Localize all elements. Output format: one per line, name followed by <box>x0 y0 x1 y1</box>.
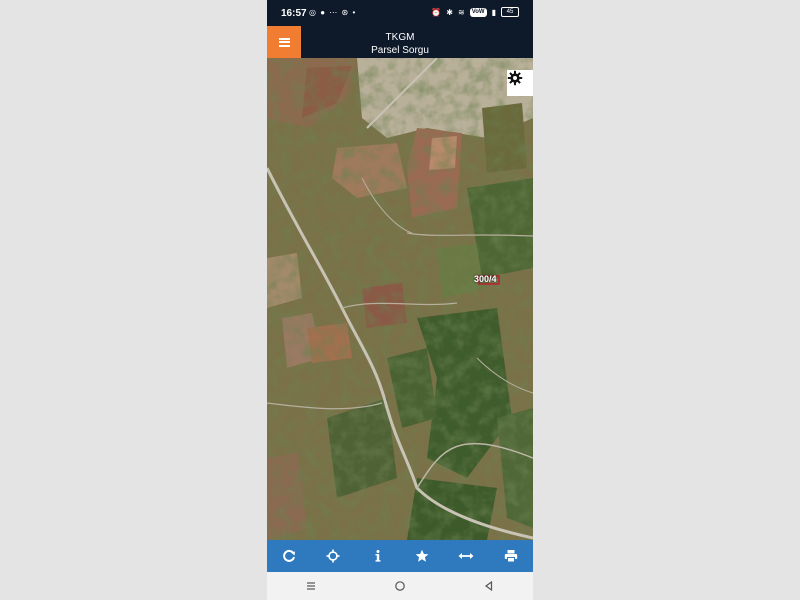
measure-icon <box>458 553 474 559</box>
system-icons: ⏰ ✱ ≋ VoW ▮ 45 <box>431 7 519 17</box>
circle-icon: ⊛ <box>341 8 350 17</box>
star-icon <box>415 549 429 562</box>
gear-icon <box>507 70 523 86</box>
locate-button[interactable] <box>319 542 347 570</box>
home-icon <box>395 581 405 591</box>
satellite-imagery <box>267 58 533 540</box>
back-icon <box>484 580 492 592</box>
map-toolbar <box>267 540 533 572</box>
info-icon <box>375 550 381 562</box>
dots-icon: ⋯ <box>329 8 339 17</box>
favorites-button[interactable] <box>408 542 436 570</box>
app-title: TKGM <box>385 32 415 43</box>
app-subtitle: Parsel Sorgu <box>371 45 429 56</box>
whatsapp-icon: ◎ <box>309 8 317 17</box>
message-icon: ● <box>320 8 327 17</box>
crosshair-icon <box>326 549 340 563</box>
measure-button[interactable] <box>452 542 480 570</box>
battery-icon: 45 <box>501 7 519 17</box>
home-button[interactable] <box>380 574 420 598</box>
signal-icon: ▮ <box>491 7 496 17</box>
recents-button[interactable] <box>291 574 331 598</box>
info-button[interactable] <box>364 542 392 570</box>
map-settings-button[interactable] <box>507 70 533 96</box>
satellite-map[interactable]: 300/4 <box>267 58 533 540</box>
notification-icons: ◎ ● ⋯ ⊛ • <box>309 8 356 17</box>
status-time: 16:57 <box>281 8 307 19</box>
refresh-button[interactable] <box>275 542 303 570</box>
wifi-icon: ≋ <box>458 7 465 17</box>
app-header: TKGM Parsel Sorgu <box>267 26 533 58</box>
parcel-number-label[interactable]: 300/4 <box>474 274 497 284</box>
recents-icon <box>307 582 316 590</box>
phone-screen: 16:57 ◎ ● ⋯ ⊛ • ⏰ ✱ ≋ VoW ▮ 45 TKGM Pars… <box>267 0 533 600</box>
back-button[interactable] <box>469 574 509 598</box>
refresh-icon <box>283 549 296 562</box>
bluetooth-icon: ✱ <box>446 7 453 17</box>
volte-icon: VoW <box>469 7 487 17</box>
status-bar: 16:57 ◎ ● ⋯ ⊛ • ⏰ ✱ ≋ VoW ▮ 45 <box>267 0 533 26</box>
alarm-icon: ⏰ <box>431 7 442 17</box>
print-icon <box>504 550 517 563</box>
android-nav-bar <box>267 572 533 600</box>
dot-icon: • <box>352 8 357 17</box>
print-button[interactable] <box>497 542 525 570</box>
